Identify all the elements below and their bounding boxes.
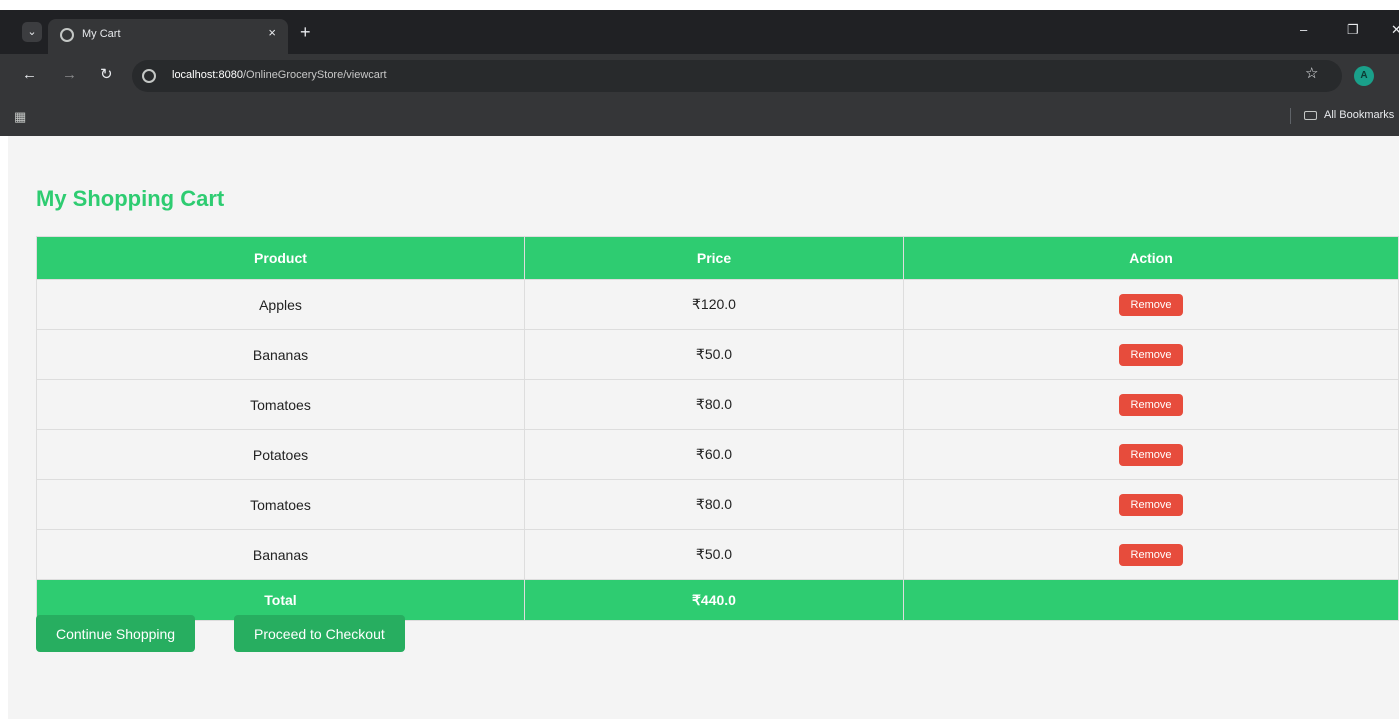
column-header-price: Price	[524, 236, 904, 280]
browser-tab[interactable]: My Cart ×	[48, 19, 288, 54]
browser-toolbar: ← → ↻ localhost:8080/OnlineGroceryStore/…	[0, 54, 1399, 98]
action-cell: Remove	[903, 379, 1399, 430]
url-host: localhost:8080	[172, 69, 243, 81]
remove-button[interactable]: Remove	[1118, 443, 1184, 466]
reload-icon[interactable]: ↻	[100, 66, 113, 84]
forward-arrow-icon[interactable]: →	[62, 66, 77, 84]
tab-strip: ⌄ My Cart × + – ❐ ✕	[0, 10, 1399, 54]
action-cell: Remove	[903, 479, 1399, 530]
table-row: Tomatoes ₹80.0 Remove	[36, 379, 1399, 430]
product-name: Bananas	[36, 529, 525, 580]
action-cell: Remove	[903, 529, 1399, 580]
column-header-action: Action	[903, 236, 1399, 280]
apps-grid-icon[interactable]: ▦	[14, 109, 26, 125]
minimize-icon[interactable]: –	[1300, 22, 1307, 37]
site-info-icon[interactable]	[142, 69, 156, 83]
address-bar[interactable]: localhost:8080/OnlineGroceryStore/viewca…	[132, 60, 1342, 92]
tab-search-chevron-icon[interactable]: ⌄	[22, 22, 42, 42]
restore-icon[interactable]: ❐	[1347, 22, 1359, 38]
globe-icon	[60, 28, 74, 42]
action-cell: Remove	[903, 429, 1399, 480]
product-price: ₹50.0	[524, 329, 904, 380]
remove-button[interactable]: Remove	[1118, 493, 1184, 516]
table-row: Tomatoes ₹80.0 Remove	[36, 479, 1399, 530]
product-price: ₹50.0	[524, 529, 904, 580]
product-name: Apples	[36, 279, 525, 330]
cart-table: Product Price Action Apples ₹120.0 Remov…	[36, 236, 1399, 621]
column-header-product: Product	[36, 236, 525, 280]
action-cell: Remove	[903, 279, 1399, 330]
page-title: My Shopping Cart	[36, 186, 225, 211]
all-bookmarks-link[interactable]: All Bookmarks	[1324, 109, 1394, 121]
remove-button[interactable]: Remove	[1118, 343, 1184, 366]
folder-icon[interactable]	[1304, 111, 1317, 120]
bookmarks-bar: ▦ All Bookmarks	[0, 98, 1399, 136]
table-row: Potatoes ₹60.0 Remove	[36, 429, 1399, 480]
close-window-icon[interactable]: ✕	[1391, 22, 1399, 38]
url-text[interactable]: localhost:8080/OnlineGroceryStore/viewca…	[172, 69, 387, 81]
back-arrow-icon[interactable]: ←	[22, 66, 37, 84]
proceed-to-checkout-button[interactable]: Proceed to Checkout	[234, 615, 405, 652]
continue-shopping-button[interactable]: Continue Shopping	[36, 615, 196, 652]
profile-avatar[interactable]: A	[1354, 66, 1374, 86]
product-price: ₹80.0	[524, 479, 904, 530]
page-content: My Shopping Cart Product Price Action Ap…	[8, 136, 1399, 719]
remove-button[interactable]: Remove	[1118, 393, 1184, 416]
bookmark-star-icon[interactable]: ☆	[1305, 64, 1318, 82]
product-price: ₹120.0	[524, 279, 904, 330]
table-row: Bananas ₹50.0 Remove	[36, 329, 1399, 380]
new-tab-icon[interactable]: +	[300, 23, 311, 41]
browser-chrome: ⌄ My Cart × + – ❐ ✕ ← → ↻ localhost:8080…	[0, 0, 1399, 136]
bookmarks-divider	[1290, 108, 1291, 124]
total-value: ₹440.0	[524, 579, 904, 621]
product-name: Bananas	[36, 329, 525, 380]
product-price: ₹80.0	[524, 379, 904, 430]
product-price: ₹60.0	[524, 429, 904, 480]
table-header-row: Product Price Action	[36, 236, 1399, 280]
product-name: Tomatoes	[36, 479, 525, 530]
url-path: /OnlineGroceryStore/viewcart	[242, 69, 387, 81]
remove-button[interactable]: Remove	[1118, 293, 1184, 316]
product-name: Potatoes	[36, 429, 525, 480]
action-cell: Remove	[903, 329, 1399, 380]
table-row: Bananas ₹50.0 Remove	[36, 529, 1399, 580]
tab-title: My Cart	[82, 28, 121, 40]
remove-button[interactable]: Remove	[1118, 543, 1184, 566]
close-tab-icon[interactable]: ×	[268, 25, 276, 40]
product-name: Tomatoes	[36, 379, 525, 430]
table-row: Apples ₹120.0 Remove	[36, 279, 1399, 330]
total-empty-cell	[903, 579, 1399, 621]
